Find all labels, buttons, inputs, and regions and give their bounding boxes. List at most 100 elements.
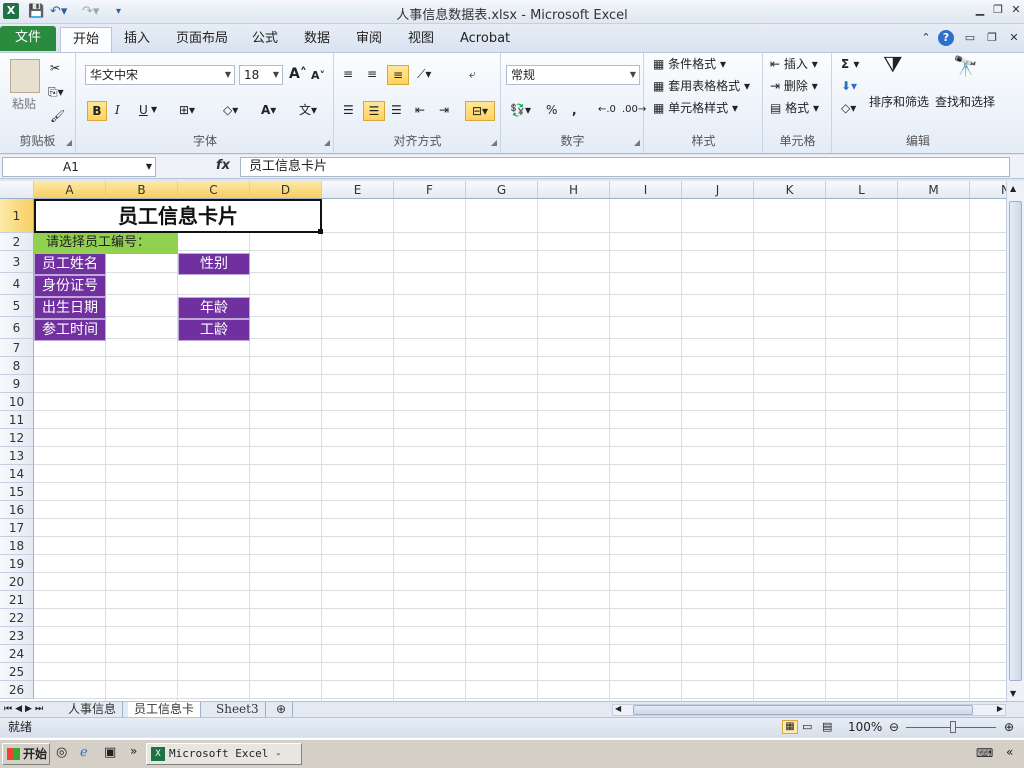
tab-file[interactable]: 文件 [0, 26, 56, 51]
row-header-12[interactable]: 12 [0, 429, 34, 447]
sheet-tab-sheet3[interactable]: Sheet3 [210, 702, 266, 717]
bold-button[interactable]: B [87, 101, 107, 121]
label-seniority[interactable]: 工龄 [178, 319, 250, 341]
currency-icon[interactable]: 💱▾ [510, 101, 531, 121]
font-color-icon[interactable]: A▾ [261, 101, 276, 121]
cut-icon[interactable]: ✂ [50, 59, 60, 79]
column-header-a[interactable]: A [34, 181, 106, 199]
comma-button[interactable]: , [572, 101, 577, 121]
alignment-launcher-icon[interactable]: ◢ [491, 138, 497, 147]
name-box[interactable]: A1 ▼ [2, 157, 156, 177]
merge-center-icon[interactable]: ⊟▾ [465, 101, 495, 121]
normal-view-icon[interactable]: ▦ [782, 720, 798, 734]
tab-view[interactable]: 视图 [396, 27, 446, 52]
paste-button[interactable]: 粘贴 [12, 95, 36, 115]
doc-restore-icon[interactable]: ❐ [984, 31, 1000, 45]
column-header-c[interactable]: C [178, 181, 250, 199]
tray-expand-icon[interactable]: « [1006, 745, 1013, 759]
wrap-text-icon[interactable]: ⤶ [469, 65, 476, 85]
row-header-26[interactable]: 26 [0, 681, 34, 699]
label-birth-date[interactable]: 出生日期 [34, 297, 106, 319]
phonetic-icon[interactable]: 文▾ [299, 101, 317, 121]
conditional-format-button[interactable]: ▦ 条件格式 ▾ [653, 55, 726, 75]
row-header-24[interactable]: 24 [0, 645, 34, 663]
row-header-2[interactable]: 2 [0, 233, 34, 251]
row-header-1[interactable]: 1 [0, 199, 34, 233]
clear-icon[interactable]: ◇▾ [841, 99, 856, 119]
quick-launch-expand-icon[interactable]: » [130, 744, 137, 758]
restore-icon[interactable]: ❐ [990, 3, 1006, 17]
tab-data[interactable]: 数据 [292, 27, 342, 52]
row-header-3[interactable]: 3 [0, 251, 34, 273]
insert-sheet-icon[interactable]: ⊕ [270, 702, 294, 717]
align-middle-icon[interactable]: ≡ [367, 65, 377, 85]
align-right-icon[interactable]: ☰ [391, 101, 402, 121]
row-header-13[interactable]: 13 [0, 447, 34, 465]
tab-home[interactable]: 开始 [60, 27, 113, 52]
row-header-7[interactable]: 7 [0, 339, 34, 357]
start-button[interactable]: 开始 [2, 743, 50, 765]
close-icon[interactable]: ✕ [1008, 3, 1024, 17]
font-name-dropdown[interactable]: 华文中宋 ▼ [85, 65, 235, 85]
internet-explorer-icon[interactable]: ℯ [80, 745, 88, 760]
select-all-corner[interactable] [0, 181, 34, 199]
horizontal-scroll-thumb[interactable] [633, 705, 973, 715]
align-bottom-icon[interactable]: ≡ [387, 65, 409, 85]
quick-launch-app-icon[interactable]: ▣ [104, 745, 116, 760]
align-left-icon[interactable]: ☰ [343, 101, 354, 121]
page-break-view-icon[interactable]: ▤ [822, 720, 832, 734]
row-header-4[interactable]: 4 [0, 273, 34, 295]
paste-icon[interactable] [10, 59, 40, 93]
column-header-g[interactable]: G [466, 181, 538, 199]
row-header-18[interactable]: 18 [0, 537, 34, 555]
vertical-scroll-thumb[interactable] [1009, 201, 1022, 681]
row-header-22[interactable]: 22 [0, 609, 34, 627]
column-header-m[interactable]: M [898, 181, 970, 199]
format-as-table-button[interactable]: ▦ 套用表格格式 ▾ [653, 77, 750, 97]
underline-dropdown-icon[interactable]: ▼ [151, 101, 157, 121]
delete-cells-button[interactable]: ⇥ 删除 ▾ [770, 77, 818, 97]
row-header-25[interactable]: 25 [0, 663, 34, 681]
vertical-scrollbar[interactable]: ▲ ▼ [1006, 181, 1024, 701]
row-header-5[interactable]: 5 [0, 295, 34, 317]
row-header-20[interactable]: 20 [0, 573, 34, 591]
column-header-l[interactable]: L [826, 181, 898, 199]
employee-id-prompt-cell[interactable]: 请选择员工编号： [34, 233, 178, 254]
font-size-dropdown[interactable]: 18 ▼ [239, 65, 283, 85]
column-header-h[interactable]: H [538, 181, 610, 199]
increase-decimal-icon[interactable]: ←.0 [598, 101, 616, 121]
row-header-16[interactable]: 16 [0, 501, 34, 519]
scroll-down-icon[interactable]: ▼ [1010, 689, 1016, 698]
cell-styles-button[interactable]: ▦ 单元格样式 ▾ [653, 99, 738, 119]
number-format-dropdown[interactable]: 常规 ▼ [506, 65, 640, 85]
worksheet-grid[interactable]: A B C D E F G H I J K L M N 1 2 3 4 5 6 … [0, 181, 1006, 701]
label-id-number[interactable]: 身份证号 [34, 275, 106, 297]
fill-icon[interactable]: ⬇▾ [841, 77, 857, 97]
copy-icon[interactable]: ⎘▾ [48, 83, 64, 103]
label-employee-name[interactable]: 员工姓名 [34, 253, 106, 275]
zoom-slider-thumb[interactable] [950, 721, 956, 733]
fill-handle[interactable] [318, 229, 323, 234]
doc-close-icon[interactable]: ✕ [1006, 31, 1022, 45]
font-launcher-icon[interactable]: ◢ [324, 138, 330, 147]
tab-insert[interactable]: 插入 [112, 27, 162, 52]
sort-filter-button[interactable]: 排序和筛选 [869, 93, 929, 113]
zoom-out-icon[interactable]: ⊖ [889, 720, 899, 734]
row-header-21[interactable]: 21 [0, 591, 34, 609]
column-header-n[interactable]: N [970, 181, 1006, 199]
italic-button[interactable]: I [115, 101, 120, 121]
label-age[interactable]: 年龄 [178, 297, 250, 319]
zoom-in-icon[interactable]: ⊕ [1004, 720, 1014, 734]
row-header-11[interactable]: 11 [0, 411, 34, 429]
row-header-8[interactable]: 8 [0, 357, 34, 375]
row-header-10[interactable]: 10 [0, 393, 34, 411]
tab-acrobat[interactable]: Acrobat [448, 27, 522, 52]
shrink-font-icon[interactable]: A˅ [311, 67, 325, 87]
doc-minimize-icon[interactable]: ▭ [962, 31, 978, 45]
page-layout-view-icon[interactable]: ▭ [802, 720, 812, 734]
tab-formulas[interactable]: 公式 [240, 27, 290, 52]
format-painter-icon[interactable]: 🖌 [50, 107, 65, 127]
column-header-f[interactable]: F [394, 181, 466, 199]
keyboard-icon[interactable]: ⌨ [976, 746, 993, 760]
row-header-6[interactable]: 6 [0, 317, 34, 339]
